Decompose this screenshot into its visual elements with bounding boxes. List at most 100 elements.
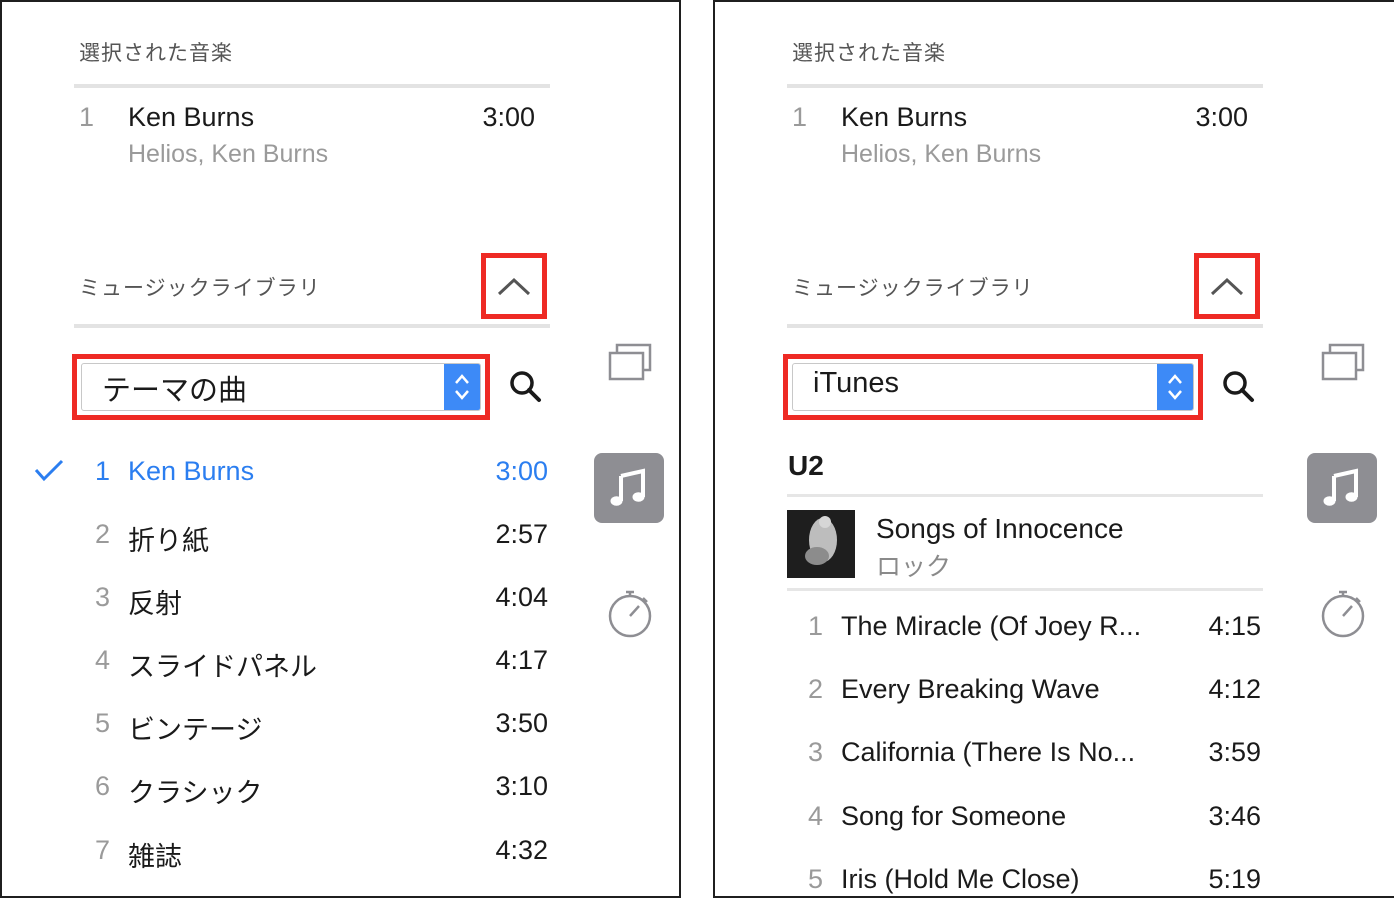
track-title: クラシック [128, 778, 263, 808]
track-duration: 4:32 [495, 835, 548, 865]
track-title: 折り紙 [128, 526, 209, 556]
music-button[interactable] [1307, 453, 1377, 523]
track-duration: 4:04 [495, 582, 548, 612]
music-button[interactable] [594, 453, 664, 523]
selected-track-number: 1 [792, 102, 808, 132]
track-duration: 5:19 [1208, 864, 1261, 894]
music-library-section-title: ミュージックライブラリ [79, 277, 321, 300]
track-duration: 4:12 [1208, 674, 1261, 704]
track-title: Ken Burns [128, 456, 255, 486]
track-row[interactable]: 2 折り紙 2:57 [74, 515, 550, 556]
collapse-library-button[interactable] [481, 253, 547, 319]
track-row[interactable]: 3 California (There Is No... 3:59 [787, 733, 1263, 773]
track-number: 2 [94, 519, 110, 549]
track-duration: 2:57 [495, 519, 548, 549]
track-duration: 3:00 [495, 456, 548, 486]
track-number: 2 [807, 674, 823, 704]
track-row[interactable]: 5 ビンテージ 3:50 [74, 704, 550, 745]
music-note-icon [610, 468, 645, 506]
track-title: Iris (Hold Me Close) [841, 864, 1080, 894]
search-button[interactable] [508, 369, 542, 408]
track-title: Song for Someone [841, 801, 1067, 831]
artist-group-header: U2 [788, 450, 824, 481]
music-source-select[interactable]: テーマの曲 [72, 354, 490, 420]
search-button[interactable] [1221, 369, 1255, 408]
track-duration: 3:59 [1208, 737, 1261, 767]
search-icon [1223, 371, 1254, 402]
selected-music-section-title: 選択された音楽 [79, 42, 233, 65]
stacked-windows-icon [1321, 343, 1365, 381]
select-stepper[interactable] [444, 364, 480, 410]
track-row[interactable]: 5 Iris (Hold Me Close) 5:19 [787, 860, 1263, 896]
track-duration: 3:50 [495, 708, 548, 738]
up-down-arrows-icon [1168, 374, 1182, 400]
track-number: 3 [807, 737, 823, 767]
chevron-up-icon [497, 277, 531, 296]
track-number: 3 [94, 582, 110, 612]
track-title: The Miracle (Of Joey R... [841, 611, 1142, 641]
stopwatch-icon [1321, 590, 1365, 638]
track-row[interactable]: 6 クラシック 3:10 [74, 767, 550, 808]
track-number: 1 [807, 611, 823, 641]
track-number: 5 [94, 708, 110, 738]
section-divider [787, 324, 1263, 328]
album-title: Songs of Innocence [876, 513, 1124, 544]
album-divider [787, 588, 1263, 591]
selected-track-duration: 3:00 [482, 102, 535, 132]
stopwatch-icon [608, 590, 652, 638]
music-source-select[interactable]: iTunes [783, 354, 1203, 420]
track-title: 反射 [128, 589, 182, 619]
track-row[interactable]: 7 雑誌 4:32 [74, 831, 550, 872]
selected-track[interactable]: 1 Ken Burns Helios, Ken Burns 3:00 [74, 98, 550, 178]
track-number: 1 [94, 456, 110, 486]
selected-track-subtitle: Helios, Ken Burns [841, 140, 1042, 168]
select-stepper[interactable] [1157, 364, 1193, 410]
track-title: 雑誌 [128, 842, 182, 872]
selected-track-number: 1 [79, 102, 95, 132]
selected-track[interactable]: 1 Ken Burns Helios, Ken Burns 3:00 [787, 98, 1263, 178]
album-row[interactable]: Songs of Innocence ロック [787, 507, 1263, 581]
selected-track-subtitle: Helios, Ken Burns [128, 140, 329, 168]
track-row[interactable]: 1 The Miracle (Of Joey R... 4:15 [787, 607, 1263, 647]
duration-button[interactable] [1318, 587, 1368, 641]
music-library-section-title: ミュージックライブラリ [792, 277, 1034, 300]
themes-button[interactable] [605, 340, 655, 384]
checkmark-icon [34, 458, 64, 487]
section-divider [787, 84, 1263, 88]
track-number: 4 [807, 801, 823, 831]
track-duration: 3:46 [1208, 801, 1261, 831]
search-icon [510, 371, 541, 402]
track-row[interactable]: 4 スライドパネル 4:17 [74, 641, 550, 682]
track-title: California (There Is No... [841, 737, 1136, 767]
track-title: Every Breaking Wave [841, 674, 1100, 704]
track-title: スライドパネル [128, 652, 317, 682]
album-artwork [787, 510, 855, 578]
track-number: 5 [807, 864, 823, 894]
track-row[interactable]: 1 Ken Burns 3:00 [74, 452, 550, 492]
selected-track-title: Ken Burns [128, 102, 255, 132]
music-source-value: iTunes [813, 367, 899, 399]
selected-track-title: Ken Burns [841, 102, 968, 132]
up-down-arrows-icon [455, 374, 469, 400]
track-number: 6 [94, 771, 110, 801]
collapse-library-button[interactable] [1194, 253, 1260, 319]
album-genre: ロック [876, 553, 952, 581]
music-note-icon [1323, 468, 1358, 506]
track-row[interactable]: 2 Every Breaking Wave 4:12 [787, 670, 1263, 710]
track-row[interactable]: 4 Song for Someone 3:46 [787, 797, 1263, 837]
chevron-up-icon [1210, 277, 1244, 296]
stacked-windows-icon [608, 343, 652, 381]
track-title: ビンテージ [128, 715, 263, 745]
track-duration: 3:10 [495, 771, 548, 801]
themes-button[interactable] [1318, 340, 1368, 384]
group-divider [787, 494, 1263, 497]
selected-track-duration: 3:00 [1195, 102, 1248, 132]
selected-music-section-title: 選択された音楽 [792, 42, 946, 65]
track-duration: 4:17 [495, 645, 548, 675]
duration-button[interactable] [605, 587, 655, 641]
section-divider [74, 84, 550, 88]
track-row[interactable]: 3 反射 4:04 [74, 578, 550, 619]
track-number: 4 [94, 645, 110, 675]
section-divider [74, 324, 550, 328]
music-source-value: テーマの曲 [102, 375, 248, 407]
